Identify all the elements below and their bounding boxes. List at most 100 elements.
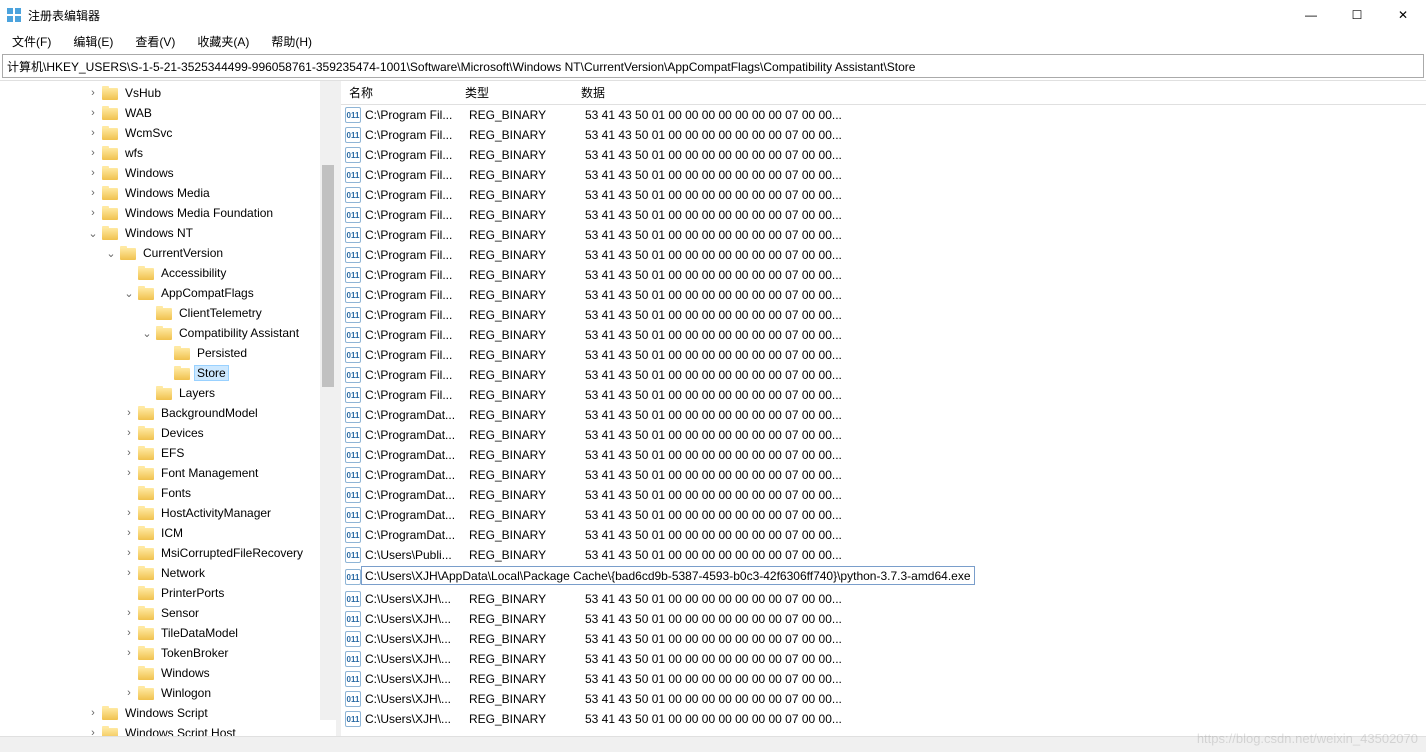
list-row[interactable]: C:\Program Fil...REG_BINARY53 41 43 50 0… [341,365,1426,385]
chevron-right-icon[interactable]: › [122,687,136,699]
list-row[interactable]: C:\Users\Publi...REG_BINARY53 41 43 50 0… [341,545,1426,565]
list-row[interactable]: C:\Program Fil...REG_BINARY53 41 43 50 0… [341,325,1426,345]
list-row[interactable]: C:\ProgramDat...REG_BINARY53 41 43 50 01… [341,425,1426,445]
chevron-right-icon[interactable]: › [122,647,136,659]
tree-item[interactable]: Fonts [0,483,336,503]
chevron-down-icon[interactable]: ⌄ [122,287,136,300]
tree-item[interactable]: ⌄Compatibility Assistant [0,323,336,343]
chevron-right-icon[interactable]: › [122,547,136,559]
list-row[interactable]: C:\Program Fil...REG_BINARY53 41 43 50 0… [341,305,1426,325]
list-row[interactable]: C:\ProgramDat...REG_BINARY53 41 43 50 01… [341,445,1426,465]
chevron-right-icon[interactable]: › [86,107,100,119]
list-row[interactable]: C:\ProgramDat...REG_BINARY53 41 43 50 01… [341,485,1426,505]
tree-item[interactable]: ›EFS [0,443,336,463]
tree-item[interactable]: ›Network [0,563,336,583]
tree-item[interactable]: ⌄CurrentVersion [0,243,336,263]
chevron-right-icon[interactable]: › [122,427,136,439]
list-row[interactable]: C:\ProgramDat...REG_BINARY53 41 43 50 01… [341,465,1426,485]
list-row[interactable]: C:\Program Fil...REG_BINARY53 41 43 50 0… [341,105,1426,125]
tree-item[interactable]: ›TokenBroker [0,643,336,663]
tree-item[interactable]: Store [0,363,336,383]
tree-item[interactable]: ›Windows Script Host [0,723,336,736]
tree-item[interactable]: ›Font Management [0,463,336,483]
chevron-right-icon[interactable]: › [86,187,100,199]
tree-item[interactable]: ›WcmSvc [0,123,336,143]
tree-item[interactable]: Windows [0,663,336,683]
tree-item[interactable]: ›Windows Script [0,703,336,723]
tree-item[interactable]: ›HostActivityManager [0,503,336,523]
list-row[interactable]: C:\Users\XJH\...REG_BINARY53 41 43 50 01… [341,649,1426,669]
tree-scrollbar[interactable] [320,81,336,720]
tree-item[interactable]: ›Windows Media [0,183,336,203]
column-data[interactable]: 数据 [573,84,1426,101]
chevron-right-icon[interactable]: › [86,87,100,99]
chevron-down-icon[interactable]: ⌄ [140,327,154,340]
tree-item[interactable]: ›Sensor [0,603,336,623]
tree-item[interactable]: Persisted [0,343,336,363]
chevron-right-icon[interactable]: › [86,727,100,736]
tree-item[interactable]: ›BackgroundModel [0,403,336,423]
menu-favorites[interactable]: 收藏夹(A) [191,31,255,52]
list-row[interactable]: C:\Program Fil...REG_BINARY53 41 43 50 0… [341,145,1426,165]
tree-item[interactable]: ClientTelemetry [0,303,336,323]
list-row[interactable]: C:\Users\XJH\...REG_BINARY53 41 43 50 01… [341,609,1426,629]
menu-help[interactable]: 帮助(H) [265,31,318,52]
tree-item[interactable]: ›wfs [0,143,336,163]
tree-item[interactable]: ›Devices [0,423,336,443]
list-row[interactable]: C:\Program Fil...REG_BINARY53 41 43 50 0… [341,345,1426,365]
chevron-right-icon[interactable]: › [122,627,136,639]
tree-item[interactable]: ›MsiCorruptedFileRecovery [0,543,336,563]
minimize-button[interactable]: — [1288,0,1334,30]
address-bar[interactable]: 计算机\HKEY_USERS\S-1-5-21-3525344499-99605… [2,54,1424,78]
chevron-right-icon[interactable]: › [86,127,100,139]
chevron-right-icon[interactable]: › [122,607,136,619]
list-row[interactable]: C:\ProgramDat...REG_BINARY53 41 43 50 01… [341,525,1426,545]
tree-item[interactable]: ⌄AppCompatFlags [0,283,336,303]
horizontal-scrollbar[interactable] [0,736,1426,752]
menu-file[interactable]: 文件(F) [6,31,57,52]
list-row[interactable]: C:\Users\XJH\...REG_BINARY53 41 43 50 01… [341,629,1426,649]
tree-item[interactable]: PrinterPorts [0,583,336,603]
list-row[interactable]: C:\Program Fil...REG_BINARY53 41 43 50 0… [341,125,1426,145]
tree-item[interactable]: ›VsHub [0,83,336,103]
chevron-right-icon[interactable]: › [122,507,136,519]
tree-item[interactable]: ›WAB [0,103,336,123]
chevron-right-icon[interactable]: › [86,167,100,179]
chevron-right-icon[interactable]: › [122,467,136,479]
list-row[interactable]: C:\Users\XJH\...REG_BINARY53 41 43 50 01… [341,689,1426,709]
chevron-right-icon[interactable]: › [86,207,100,219]
tree-panel[interactable]: ›VsHub›WAB›WcmSvc›wfs›Windows›Windows Me… [0,81,336,736]
tree-item[interactable]: ›Winlogon [0,683,336,703]
tree-item[interactable]: Accessibility [0,263,336,283]
list-row[interactable]: C:\Users\XJH\...REG_BINARY53 41 43 50 01… [341,589,1426,609]
list-row[interactable]: C:\Program Fil...REG_BINARY53 41 43 50 0… [341,205,1426,225]
list-row[interactable]: C:\ProgramDat...REG_BINARY53 41 43 50 01… [341,505,1426,525]
tree-item[interactable]: ›Windows Media Foundation [0,203,336,223]
menu-view[interactable]: 查看(V) [129,31,181,52]
list-row[interactable]: C:\Users\XJH\...REG_BINARY53 41 43 50 01… [341,669,1426,689]
list-row[interactable]: C:\ProgramDat...REG_BINARY53 41 43 50 01… [341,405,1426,425]
chevron-right-icon[interactable]: › [122,407,136,419]
rename-input[interactable]: C:\Users\XJH\AppData\Local\Package Cache… [361,566,975,585]
list-row[interactable]: C:\Program Fil...REG_BINARY53 41 43 50 0… [341,285,1426,305]
chevron-right-icon[interactable]: › [122,447,136,459]
list-row[interactable]: C:\Program Fil...REG_BINARY53 41 43 50 0… [341,185,1426,205]
chevron-down-icon[interactable]: ⌄ [86,227,100,240]
tree-item[interactable]: ›Windows [0,163,336,183]
chevron-right-icon[interactable]: › [122,567,136,579]
list-row-editing[interactable]: C:\Users\XJH\AppData\Local\Package Cache… [341,565,1426,589]
chevron-right-icon[interactable]: › [86,707,100,719]
tree-item[interactable]: ⌄Windows NT [0,223,336,243]
list-body[interactable]: C:\Program Fil...REG_BINARY53 41 43 50 0… [341,105,1426,736]
list-row[interactable]: C:\Program Fil...REG_BINARY53 41 43 50 0… [341,385,1426,405]
column-name[interactable]: 名称 [341,84,457,101]
maximize-button[interactable]: ☐ [1334,0,1380,30]
chevron-down-icon[interactable]: ⌄ [104,247,118,260]
tree-item[interactable]: ›ICM [0,523,336,543]
menu-edit[interactable]: 编辑(E) [67,31,119,52]
close-button[interactable]: ✕ [1380,0,1426,30]
column-type[interactable]: 类型 [457,84,573,101]
list-row[interactable]: C:\Users\XJH\...REG_BINARY53 41 43 50 01… [341,709,1426,729]
chevron-right-icon[interactable]: › [122,527,136,539]
list-row[interactable]: C:\Program Fil...REG_BINARY53 41 43 50 0… [341,225,1426,245]
